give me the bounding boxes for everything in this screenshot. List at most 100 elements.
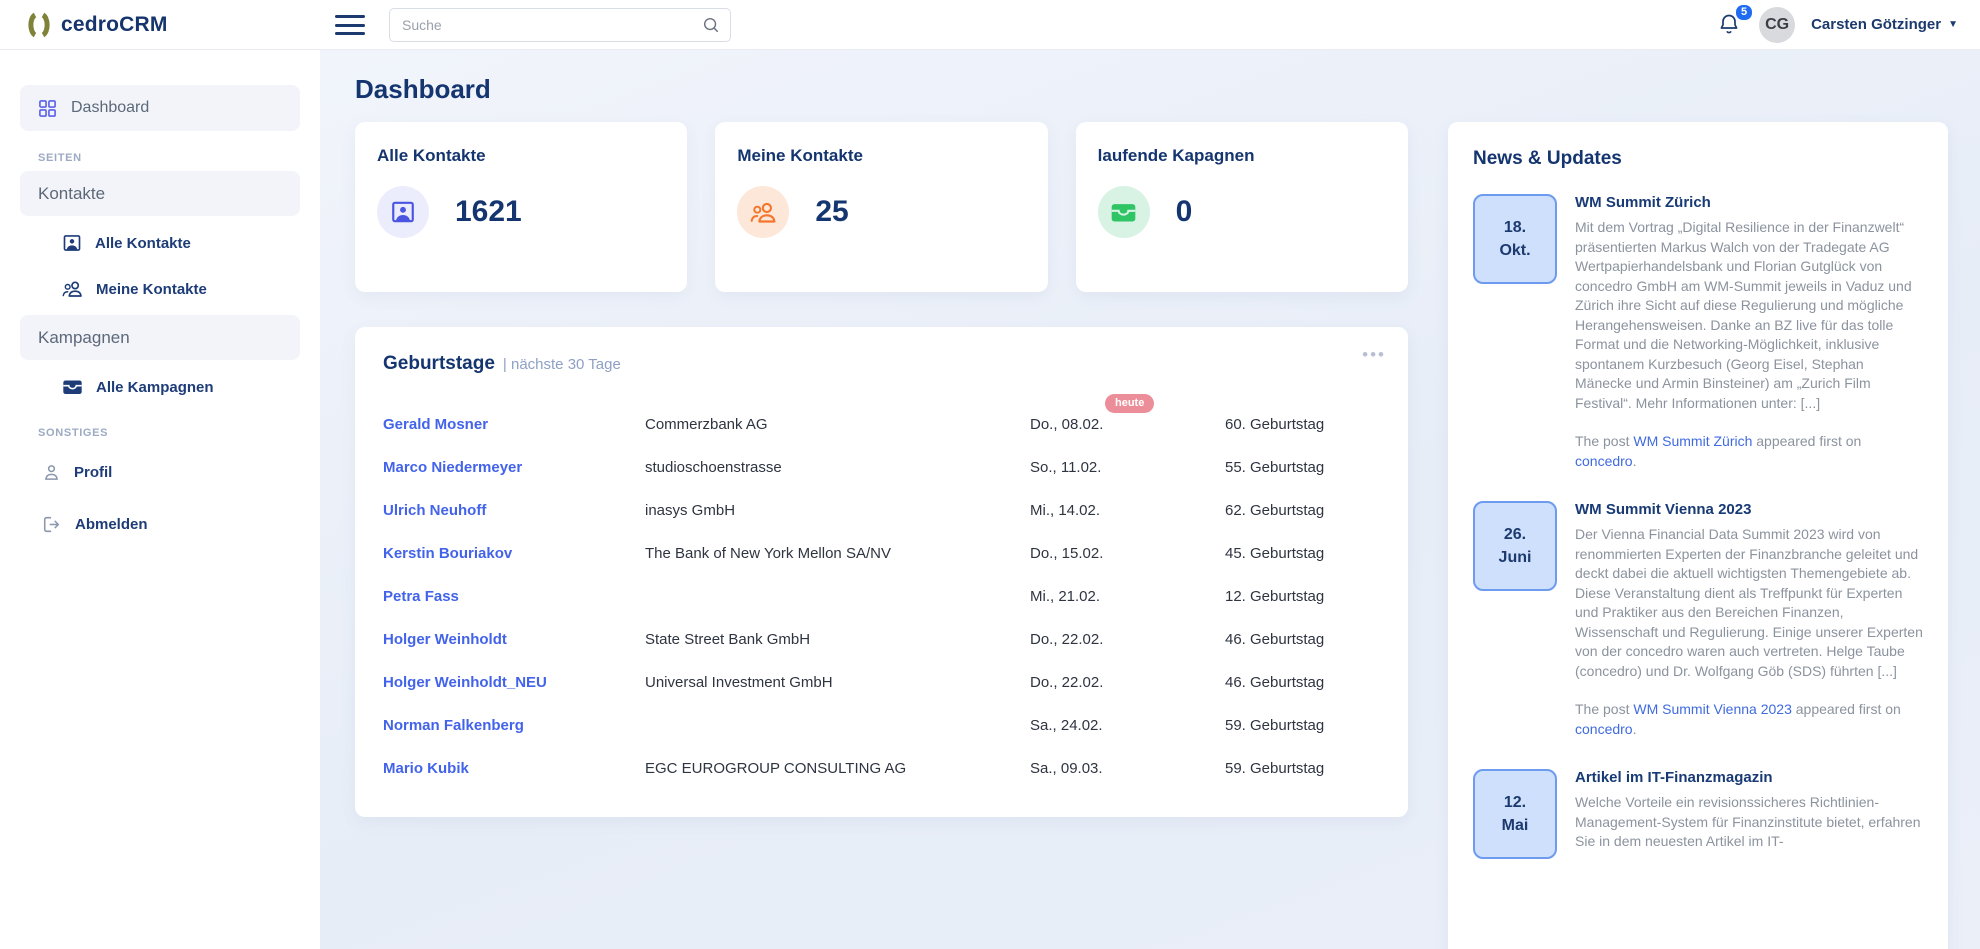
stat-card-alle-kontakte: Alle Kontakte 1621 (355, 122, 687, 292)
stat-value: 1621 (455, 195, 522, 229)
news-item: 12. Mai Artikel im IT-Finanzmagazin Welc… (1473, 769, 1923, 859)
company-cell: State Street Bank GmbH (645, 631, 1030, 648)
user-name: Carsten Götzinger (1811, 16, 1941, 33)
brand-logo-icon (25, 11, 53, 39)
news-item: 26. Juni WM Summit Vienna 2023 Der Vienn… (1473, 501, 1923, 739)
contact-link[interactable]: Petra Fass (383, 588, 645, 605)
table-row: Kerstin Bouriakov The Bank of New York M… (383, 532, 1380, 575)
contact-link[interactable]: Holger Weinholdt (383, 631, 645, 648)
table-row: Ulrich Neuhoff inasys GmbH Mi., 14.02. 6… (383, 489, 1380, 532)
contact-link[interactable]: Marco Niedermeyer (383, 459, 645, 476)
people-icon (62, 279, 83, 299)
contact-link[interactable]: Holger Weinholdt_NEU (383, 674, 645, 691)
sidebar-item-meine-kontakte[interactable]: Meine Kontakte (20, 270, 300, 308)
sidebar-group-kampagnen[interactable]: Kampagnen (20, 315, 300, 360)
news-post-link[interactable]: WM Summit Zürich (1633, 433, 1752, 449)
news-item-footer: The post WM Summit Zürich appeared first… (1575, 432, 1923, 471)
date-badge: 26. Juni (1473, 501, 1557, 591)
sidebar-item-label: Profil (74, 464, 112, 481)
stat-value: 25 (815, 195, 848, 229)
news-item-title: WM Summit Zürich (1575, 194, 1923, 211)
news-source-link[interactable]: concedro (1575, 721, 1633, 737)
news-title: News & Updates (1473, 148, 1923, 170)
date-day: 18. (1504, 216, 1526, 239)
contact-link[interactable]: Ulrich Neuhoff (383, 502, 645, 519)
topbar: cedroCRM 5 CG Carsten Götzinger ▼ (0, 0, 1980, 50)
stat-title: Meine Kontakte (737, 146, 1025, 166)
news-source-link[interactable]: concedro (1575, 453, 1633, 469)
chevron-down-icon: ▼ (1948, 19, 1958, 30)
topbar-right: 5 CG Carsten Götzinger ▼ (1717, 7, 1980, 43)
news-item-body: Mit dem Vortrag „Digital Resilience in d… (1575, 218, 1923, 413)
birthday-cell: 62. Geburtstag (1225, 502, 1380, 519)
birthday-cell: 45. Geburtstag (1225, 545, 1380, 562)
sidebar-item-dashboard[interactable]: Dashboard (20, 85, 300, 131)
search-input[interactable] (402, 17, 702, 33)
news-item-body: Der Vienna Financial Data Summit 2023 wi… (1575, 525, 1923, 681)
ellipsis-icon[interactable]: ••• (1362, 345, 1386, 365)
table-row: Holger Weinholdt State Street Bank GmbH … (383, 618, 1380, 661)
table-row: Petra Fass Mi., 21.02. 12. Geburtstag (383, 575, 1380, 618)
sidebar-group-label: Kontakte (38, 184, 105, 204)
contact-link[interactable]: Norman Falkenberg (383, 717, 645, 734)
contact-card-icon (62, 233, 82, 253)
news-item-title: WM Summit Vienna 2023 (1575, 501, 1923, 518)
sidebar-item-label: Alle Kampagnen (96, 379, 214, 396)
date-day: 12. (1504, 791, 1526, 814)
sidebar-item-alle-kontakte[interactable]: Alle Kontakte (20, 224, 300, 262)
search-box (389, 8, 731, 42)
menu-toggle-button[interactable] (335, 13, 365, 37)
company-cell: The Bank of New York Mellon SA/NV (645, 545, 1030, 562)
page-title: Dashboard (355, 74, 1980, 105)
sidebar-item-abmelden[interactable]: Abmelden (20, 505, 300, 543)
briefcase-icon (62, 378, 83, 396)
sidebar-item-profil[interactable]: Profil (20, 453, 300, 491)
table-row: Mario Kubik EGC EUROGROUP CONSULTING AG … (383, 747, 1380, 790)
date-day: 26. (1504, 523, 1526, 546)
sidebar-section-sonstiges: SONSTIGES (38, 427, 300, 439)
company-cell: studioschoenstrasse (645, 459, 1030, 476)
news-post-link[interactable]: WM Summit Vienna 2023 (1633, 701, 1791, 717)
table-row: Gerald Mosner Commerzbank AG Do., 08.02.… (383, 403, 1380, 446)
news-panel: News & Updates 18. Okt. WM Summit Zürich… (1448, 122, 1948, 949)
date-cell: Do., 08.02.heute (1030, 416, 1225, 433)
grid-icon (38, 99, 57, 118)
contact-link[interactable]: Kerstin Bouriakov (383, 545, 645, 562)
news-item: 18. Okt. WM Summit Zürich Mit dem Vortra… (1473, 194, 1923, 471)
logout-icon (42, 515, 62, 534)
avatar[interactable]: CG (1759, 7, 1795, 43)
birthday-cell: 59. Geburtstag (1225, 760, 1380, 777)
date-cell: Mi., 21.02. (1030, 588, 1225, 605)
notification-count-badge: 5 (1736, 5, 1752, 20)
app-window: cedroCRM 5 CG Carsten Götzinger ▼ (0, 0, 1980, 949)
search-icon[interactable] (702, 16, 720, 34)
date-cell: So., 11.02. (1030, 459, 1225, 476)
date-month: Juni (1499, 546, 1532, 569)
date-cell: Mi., 14.02. (1030, 502, 1225, 519)
news-item-title: Artikel im IT-Finanzmagazin (1575, 769, 1923, 786)
briefcase-icon (1098, 186, 1150, 238)
company-cell: Universal Investment GmbH (645, 674, 1030, 691)
table-row: Marco Niedermeyer studioschoenstrasse So… (383, 446, 1380, 489)
company-cell: Commerzbank AG (645, 416, 1030, 433)
brand-logo: cedroCRM (0, 11, 168, 39)
main-content: Dashboard Alle Kontakte 1621 (320, 50, 1980, 949)
notifications-button[interactable]: 5 (1717, 12, 1743, 38)
date-badge: 12. Mai (1473, 769, 1557, 859)
date-month: Okt. (1499, 239, 1530, 262)
stat-cards: Alle Kontakte 1621 Meine Kontakte (355, 122, 1408, 292)
birthday-cell: 12. Geburtstag (1225, 588, 1380, 605)
birthdays-title: Geburtstage (383, 353, 495, 375)
sidebar-item-alle-kampagnen[interactable]: Alle Kampagnen (20, 368, 300, 406)
sidebar-item-label: Abmelden (75, 516, 148, 533)
sidebar-section-seiten: SEITEN (38, 152, 300, 164)
sidebar-group-kontakte[interactable]: Kontakte (20, 171, 300, 216)
contact-link[interactable]: Mario Kubik (383, 760, 645, 777)
sidebar-item-label: Dashboard (71, 99, 149, 117)
date-cell: Do., 15.02. (1030, 545, 1225, 562)
date-cell: Sa., 24.02. (1030, 717, 1225, 734)
birthday-cell: 55. Geburtstag (1225, 459, 1380, 476)
table-row: Norman Falkenberg Sa., 24.02. 59. Geburt… (383, 704, 1380, 747)
contact-link[interactable]: Gerald Mosner (383, 416, 645, 433)
user-menu[interactable]: Carsten Götzinger ▼ (1811, 16, 1958, 33)
